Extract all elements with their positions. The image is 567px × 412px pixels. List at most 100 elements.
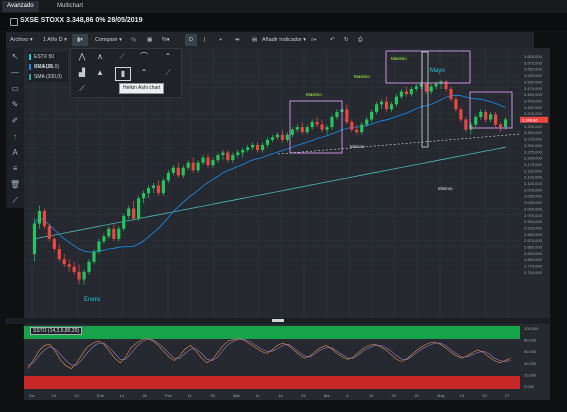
heikin-ashi-chart-icon[interactable]: ▮: [115, 67, 131, 81]
measure-icon[interactable]: ⟋: [10, 196, 20, 206]
indicator-label[interactable]: SSTO (14,3,6,80,20): [30, 327, 83, 335]
candle-body: [325, 127, 329, 130]
candle-body: [37, 210, 42, 224]
slope-chart-icon[interactable]: ⟋: [161, 67, 175, 79]
y-tick-label: 3.200,000: [524, 156, 543, 161]
draw-tool-d-icon[interactable]: D: [185, 34, 197, 46]
x-tick-label: 18: [278, 393, 283, 398]
crosshair-icon[interactable]: +: [219, 34, 222, 46]
candle-body: [201, 157, 205, 163]
arrow-up-icon[interactable]: ↑: [10, 132, 20, 142]
horizontal-line-icon[interactable]: —: [10, 68, 20, 78]
mountain-chart-icon[interactable]: ⋀: [75, 51, 89, 63]
y-tick-label: 2.975,000: [524, 213, 543, 218]
bar-chart-icon[interactable]: ▟: [75, 67, 89, 79]
pencil-icon[interactable]: ✎: [10, 100, 20, 110]
y-tick-label: 3.075,000: [524, 187, 543, 192]
candle-body: [404, 91, 408, 95]
candle-body: [186, 162, 190, 168]
maximo-label: Maximo: [391, 56, 407, 61]
grid-icon[interactable]: ▦: [147, 34, 152, 46]
zoom-icon[interactable]: ⌕▾: [311, 34, 316, 46]
x-tick-label: 23: [392, 393, 397, 398]
refresh-icon[interactable]: ↻: [344, 34, 349, 46]
x-tick-label: 25: [301, 393, 306, 398]
candle-body: [137, 198, 141, 219]
area-filled-chart-icon[interactable]: ▲: [93, 67, 107, 79]
split-icon[interactable]: ⇹: [235, 34, 240, 46]
x-tick-label: Ene: [97, 393, 105, 398]
y-tick-label: 3.550,000: [524, 67, 543, 72]
candle-body: [409, 89, 413, 95]
maximo-label: Maximo: [306, 92, 322, 97]
candle-body: [355, 129, 359, 133]
tab-avanzado[interactable]: Avanzado: [2, 1, 39, 12]
add-indicator-menu[interactable]: Añadir indicador ▾: [262, 34, 306, 46]
candle-body: [315, 122, 319, 125]
stoch-tick-label: 40,000: [524, 361, 537, 366]
step-line-chart-icon[interactable]: ⌃: [137, 67, 151, 79]
period-select[interactable]: 1 Año D ▾: [43, 34, 67, 46]
chart-type-tooltip: Heikin Ashi chart: [119, 83, 165, 94]
candle-body: [231, 155, 235, 161]
y-tick-label: 3.175,000: [524, 162, 543, 167]
add-indicator-icon: ▤: [252, 37, 258, 43]
candle-body: [270, 137, 275, 140]
x-tick-label: 11: [256, 393, 261, 398]
candle-body: [265, 139, 270, 145]
compare-menu[interactable]: Compare ▾: [95, 34, 122, 46]
candle-body: [310, 122, 314, 128]
cursor-icon[interactable]: ↖: [10, 52, 20, 62]
candle-body: [112, 228, 116, 239]
candle-body: [191, 162, 195, 171]
stochastic-svg[interactable]: 100,000 80,000 60,000 40,000 20,000 0,000: [24, 324, 550, 390]
y-tick-label: 3.375,000: [524, 111, 543, 116]
legend-item[interactable]: ESTX 50 PR.EUR: [28, 52, 68, 70]
candle-body: [72, 266, 76, 272]
stoch-tick-label: 20,000: [524, 372, 537, 377]
area-chart-icon[interactable]: ⌃: [161, 51, 175, 63]
y-tick-label: 2.825,000: [524, 251, 543, 256]
wave-chart-icon[interactable]: ⌒: [137, 51, 151, 63]
candle-body: [285, 134, 289, 140]
candle-body: [151, 185, 156, 189]
candle-body: [389, 104, 394, 110]
diagonal-line-icon[interactable]: ⟋: [75, 83, 89, 95]
x-tick-label: Dic: [29, 393, 35, 398]
chart-toolbar: Archivo ▾ 1 Año D ▾ ▮▾ Compare ▾ ⁺⁄ₓ ▦ %…: [6, 32, 534, 48]
candle-body: [350, 122, 354, 130]
y-tick-label: 2.750,000: [524, 270, 543, 275]
resize-handle[interactable]: [272, 319, 284, 322]
candle-body: [503, 119, 508, 128]
undo-icon[interactable]: ↶: [330, 34, 335, 46]
rectangle-icon[interactable]: ▭: [10, 84, 20, 94]
volume-icon[interactable]: ⁺⁄ₓ: [130, 34, 136, 46]
candle-body: [47, 226, 51, 239]
pencil-chart-icon[interactable]: ⟋: [115, 51, 129, 63]
tab-multichart[interactable]: Multichart: [52, 1, 88, 12]
candle-body: [345, 109, 349, 123]
candle-body: [87, 261, 91, 272]
line-tool-icon[interactable]: |: [204, 34, 205, 46]
brush-icon[interactable]: ✐: [10, 116, 20, 126]
candle-body: [156, 185, 161, 194]
archivo-menu[interactable]: Archivo ▾: [10, 34, 33, 46]
print-icon[interactable]: ⎙: [358, 34, 362, 46]
y-tick-label: 2.875,000: [524, 238, 543, 243]
trash-icon[interactable]: 🗑: [10, 180, 20, 190]
fibonacci-icon[interactable]: ≡: [10, 164, 20, 174]
y-tick-label: 3.100,000: [524, 181, 543, 186]
y-tick-label: 2.950,000: [524, 219, 543, 224]
text-tool-icon[interactable]: A: [10, 148, 20, 158]
candle-body: [260, 144, 265, 150]
legend-item[interactable]: SMA (200,0): [28, 72, 68, 82]
line-chart-icon[interactable]: ∧: [93, 51, 107, 63]
candle-body: [360, 124, 364, 133]
candle-body: [399, 91, 403, 97]
candle-body: [484, 111, 488, 120]
legend-item[interactable]: SMA (35,0): [28, 62, 68, 72]
y-tick-label: 3.125,000: [524, 175, 543, 180]
percent-icon[interactable]: %▾: [162, 34, 170, 46]
chart-type-button[interactable]: ▮▾: [72, 34, 88, 46]
candle-body: [330, 116, 334, 128]
